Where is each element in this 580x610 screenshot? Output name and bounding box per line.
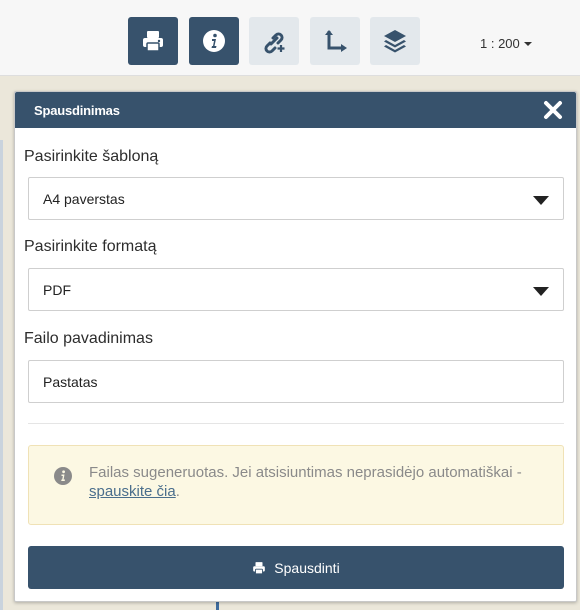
download-alert: Failas sugeneruotas. Jei atsisiuntimas n… [28,445,564,525]
scale-value: 1 : 200 [480,36,520,51]
link-tool-button[interactable] [249,17,299,65]
caret-down-icon [533,196,549,205]
alert-message: Failas sugeneruotas. Jei atsisiuntimas n… [89,463,539,501]
alert-suffix: . [175,483,180,500]
alert-text: Failas sugeneruotas. Jei atsisiuntimas n… [89,464,522,481]
panel-title: Spausdinimas [34,103,120,118]
template-select[interactable]: A4 paverstas [28,177,564,220]
info-tool-button[interactable] [189,17,239,65]
close-button[interactable] [542,99,564,121]
map-feature [0,140,3,610]
layers-icon [384,30,406,53]
caret-down-icon [533,287,549,296]
print-button-label: Spausdinti [274,559,340,576]
print-panel: Spausdinimas Pasirinkite šabloną A4 pave… [14,91,577,602]
template-value: A4 paverstas [43,190,125,207]
print-icon [143,31,163,52]
print-tool-button[interactable] [128,17,178,65]
template-label: Pasirinkite šabloną [24,148,159,165]
format-label: Pasirinkite formatą [24,238,157,255]
panel-header: Spausdinimas [15,92,576,128]
filename-value: Pastatas [43,373,98,390]
format-select[interactable]: PDF [28,268,564,311]
map-toolbar: 1 : 200 [0,0,580,76]
download-link[interactable]: spauskite čia [89,483,176,500]
measure-tool-button[interactable] [310,17,360,65]
scale-dropdown[interactable]: 1 : 200 [480,36,532,51]
print-button[interactable]: Spausdinti [28,546,564,589]
filename-label: Failo pavadinimas [24,330,153,347]
format-value: PDF [43,281,71,298]
divider [28,423,564,424]
measure-axes-icon [325,30,347,52]
link-add-icon [264,32,285,54]
info-icon [203,30,225,52]
layers-tool-button[interactable] [370,17,420,65]
info-circle-icon [54,467,72,485]
filename-input[interactable]: Pastatas [28,360,564,403]
close-icon [544,101,562,119]
print-icon [253,561,266,574]
chevron-down-icon [523,42,532,46]
